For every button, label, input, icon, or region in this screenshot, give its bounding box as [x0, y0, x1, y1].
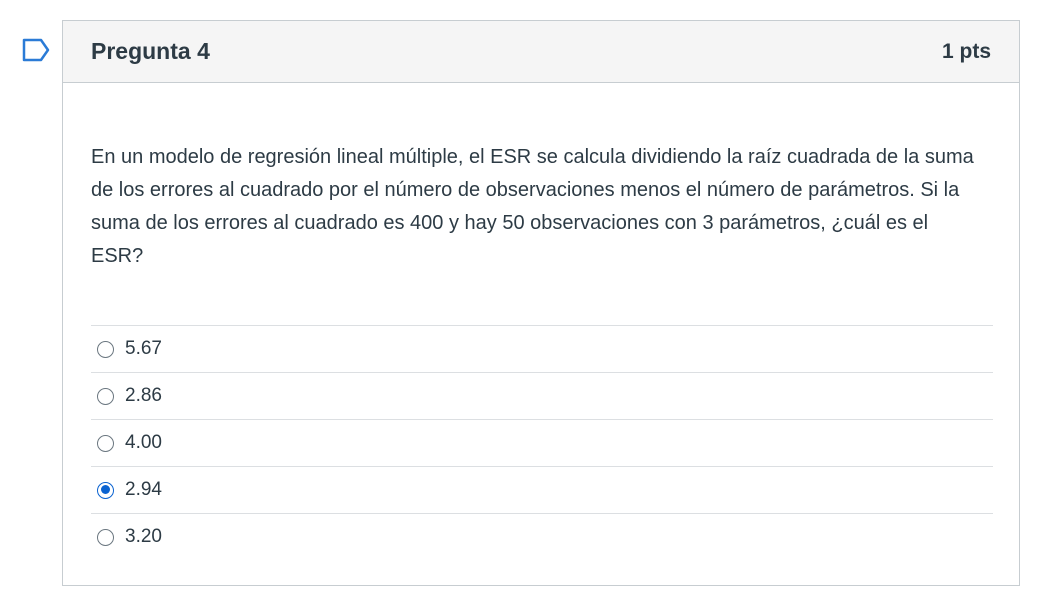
answer-option[interactable]: 5.67 — [91, 325, 993, 372]
radio-button[interactable] — [97, 528, 114, 546]
answer-label: 4.00 — [125, 432, 162, 453]
question-points: 1 pts — [941, 39, 991, 63]
answer-label: 3.20 — [125, 526, 162, 547]
question-text: En un modelo de regresión lineal múltipl… — [91, 146, 974, 267]
answer-label: 2.94 — [125, 479, 162, 500]
question-header: Pregunta 4 1 pts — [63, 21, 1019, 83]
answer-label: 5.67 — [125, 338, 162, 359]
radio-button[interactable] — [97, 481, 114, 499]
answer-label: 2.86 — [125, 385, 162, 406]
answer-list: 5.67 2.86 4.00 2.94 3.20 — [91, 325, 993, 560]
radio-button[interactable] — [97, 434, 114, 452]
answer-option[interactable]: 2.86 — [91, 372, 993, 419]
flag-question-icon[interactable] — [22, 38, 50, 62]
answer-option[interactable]: 4.00 — [91, 419, 993, 466]
question-title: Pregunta 4 — [91, 38, 210, 64]
question-card: Pregunta 4 1 pts En un modelo de regresi… — [62, 20, 1020, 586]
radio-button[interactable] — [97, 387, 114, 405]
radio-button[interactable] — [97, 340, 114, 358]
question-body: En un modelo de regresión lineal múltipl… — [63, 83, 1019, 560]
answer-option[interactable]: 2.94 — [91, 466, 993, 513]
answer-option[interactable]: 3.20 — [91, 513, 993, 560]
